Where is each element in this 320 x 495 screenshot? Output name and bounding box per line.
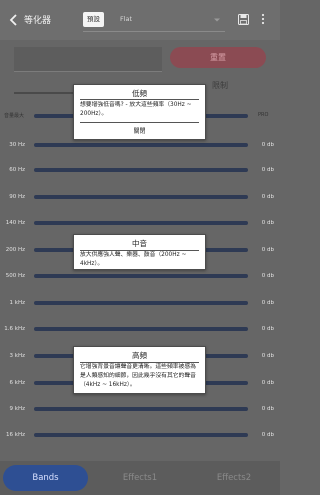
band-row: 60 Hz 0 db [0, 166, 280, 184]
band-gain: 0 db [261, 142, 274, 148]
band-frequency: 500 Hz [5, 273, 25, 279]
band-gain: 0 db [261, 380, 274, 386]
band-gain: 0 db [261, 353, 274, 359]
band-row: 30 Hz 0 db [0, 141, 280, 159]
band-slider[interactable] [34, 327, 248, 331]
high-frequency-popup: 高頻 它增強背景音讓聲音更清晰。這些頻率被感為是人類感知的細節，因此幾乎沒有其它… [73, 346, 206, 394]
popup-divider [80, 99, 199, 100]
band-frequency: 30 Hz [9, 142, 25, 148]
band-frequency: 200 Hz [5, 247, 25, 253]
bottom-tab-bar: Bands Effects1 Effects2 [0, 461, 280, 495]
band-row: 1 kHz 0 db [0, 299, 280, 317]
popup-close-button[interactable]: 關閉 [74, 126, 205, 135]
band-slider[interactable] [34, 143, 248, 147]
band-row: 9 kHz 0 db [0, 405, 280, 423]
tab-effects2[interactable]: Effects2 [190, 461, 278, 495]
band-row: 500 Hz 0 db [0, 272, 280, 290]
band-gain: 0 db [261, 273, 274, 279]
band-gain: 0 db [261, 247, 274, 253]
back-arrow-icon[interactable] [6, 12, 22, 28]
app-bar: 等化器 預設 Flat [0, 0, 280, 40]
popup-body: 想要增強低音嗎? - 放大這些頻率（30Hz ~ 200Hz）。 [80, 102, 192, 117]
band-gain: 0 db [261, 220, 274, 226]
band-gain: 0 db [261, 326, 274, 332]
more-vertical-icon[interactable] [259, 13, 267, 25]
band-frequency: 140 Hz [5, 220, 25, 226]
band-gain: 0 db [261, 167, 274, 173]
scale-left-label: 音量最大 [4, 113, 25, 119]
band-frequency: 9 kHz [9, 406, 25, 412]
band-slider[interactable] [34, 195, 248, 199]
band-frequency: 16 kHz [6, 432, 25, 438]
mid-frequency-popup: 中音 放大供應強人聲、樂器、鼓音（200Hz ~ 4kHz）。 [73, 234, 206, 270]
band-gain: 0 db [261, 194, 274, 200]
tab-bands[interactable]: Bands [3, 465, 88, 491]
band-row: 1.6 kHz 0 db [0, 325, 280, 343]
limit-toggle-label[interactable]: 限制 [212, 80, 228, 91]
band-frequency: 3 kHz [9, 353, 25, 359]
chevron-down-icon [214, 18, 220, 22]
popup-title: 中音 [132, 239, 147, 248]
preset-chip: 預設 [83, 12, 104, 27]
band-slider[interactable] [34, 274, 248, 278]
band-slider[interactable] [34, 301, 248, 305]
band-frequency: 90 Hz [9, 194, 25, 200]
band-slider[interactable] [34, 407, 248, 411]
band-frequency: 60 Hz [9, 167, 25, 173]
popup-divider [80, 122, 199, 123]
scale-right-label: PRO [258, 112, 269, 118]
band-frequency: 1.6 kHz [4, 326, 25, 332]
band-row: 90 Hz 0 db [0, 193, 280, 211]
popup-body: 它增強背景音讓聲音更清晰。這些頻率被感為是人類感知的細節，因此幾乎沒有其它的聲音… [80, 364, 196, 388]
preset-dropdown[interactable]: 預設 Flat [83, 10, 225, 32]
app-title: 等化器 [24, 16, 52, 26]
reset-button[interactable]: 重置 [170, 47, 266, 68]
popup-title: 高頻 [132, 351, 147, 360]
popup-title: 低頻 [132, 89, 147, 98]
band-gain: 0 db [261, 300, 274, 306]
tab-effects1[interactable]: Effects1 [96, 461, 184, 495]
band-slider[interactable] [34, 221, 248, 225]
band-row: 16 kHz 0 db [0, 431, 280, 449]
preset-value: Flat [120, 15, 133, 23]
save-icon[interactable] [238, 14, 249, 25]
band-gain: 0 db [261, 432, 274, 438]
band-slider[interactable] [34, 168, 248, 172]
band-frequency: 1 kHz [9, 300, 25, 306]
preamp-field[interactable] [14, 47, 162, 72]
low-frequency-popup: 低頻 想要增強低音嗎? - 放大這些頻率（30Hz ~ 200Hz）。 關閉 [73, 84, 206, 140]
band-frequency: 6 kHz [9, 380, 25, 386]
popup-body: 放大供應強人聲、樂器、鼓音（200Hz ~ 4kHz）。 [80, 252, 187, 267]
band-gain: 0 db [261, 406, 274, 412]
band-slider[interactable] [34, 433, 248, 437]
